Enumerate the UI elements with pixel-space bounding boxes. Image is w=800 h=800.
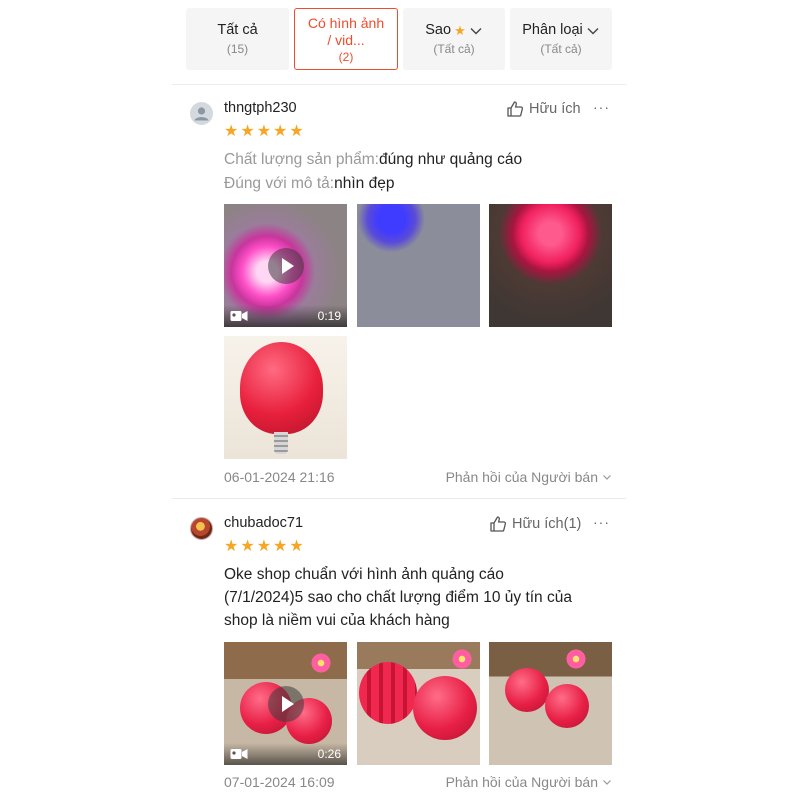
bulb-image xyxy=(413,676,477,740)
seller-reply-label: Phản hồi của Người bán xyxy=(445,469,598,485)
filter-with-media-count: (2) xyxy=(338,49,354,64)
review-text-line: (7/1/2024)5 sao cho chất lượng điểm 10 ủ… xyxy=(224,589,572,606)
helpful-label: Hữu ích(1) xyxy=(512,516,582,532)
seller-reply-toggle[interactable]: Phản hồi của Người bán xyxy=(446,774,612,790)
more-options-icon[interactable]: ··· xyxy=(593,514,610,530)
video-camera-icon xyxy=(230,749,248,759)
review-photo[interactable] xyxy=(489,642,612,765)
chevron-down-icon xyxy=(603,780,611,785)
filter-variant-label: Phân loại xyxy=(522,22,583,38)
play-icon xyxy=(268,686,304,722)
avatar[interactable] xyxy=(190,102,213,125)
review-photo[interactable] xyxy=(224,336,347,459)
flower-image xyxy=(565,648,587,670)
more-options-icon[interactable]: ··· xyxy=(593,99,610,115)
filter-with-media-label: Có hình ảnh / vid... xyxy=(307,14,385,48)
star-icon: ★ xyxy=(273,123,288,140)
thumbs-up-icon xyxy=(507,101,524,117)
play-icon xyxy=(268,248,304,284)
filter-stars-label: Sao xyxy=(425,22,452,38)
star-icon: ★ xyxy=(256,538,272,555)
review-attribute: Đúng với mô tả:nhìn đẹp xyxy=(224,172,394,195)
review-video-thumbnail[interactable]: 0:19 xyxy=(224,204,347,327)
bulb-image xyxy=(505,668,549,712)
filter-variant-dropdown[interactable]: Phân loại (Tất cả) xyxy=(510,8,612,70)
bulb-dome xyxy=(240,342,323,434)
star-icon: ★ xyxy=(289,538,304,555)
filter-all-label: Tất cả xyxy=(217,22,258,38)
filter-variant-count: (Tất cả) xyxy=(540,42,582,56)
helpful-button[interactable]: Hữu ích xyxy=(506,100,581,118)
star-icon: ★ xyxy=(454,23,466,38)
chevron-down-icon xyxy=(603,475,611,480)
thumbs-up-icon xyxy=(490,516,507,532)
filter-all-count: (15) xyxy=(226,42,249,56)
helpful-label: Hữu ích xyxy=(529,101,581,117)
review-text-line: Oke shop chuẩn với hình ảnh quảng cáo xyxy=(224,566,504,583)
flower-image xyxy=(451,648,473,670)
review-attribute: Chất lượng sản phẩm:đúng như quảng cáo xyxy=(224,148,522,171)
reviewer-name[interactable]: thngtph230 xyxy=(224,100,297,116)
review-filter-bar: Tất cả (15) Có hình ảnh / vid... (2) Sao… xyxy=(186,8,612,70)
filter-all-tab[interactable]: Tất cả (15) xyxy=(186,8,289,70)
review-date: 06-01-2024 21:16 xyxy=(224,469,335,485)
flower-image xyxy=(310,652,332,674)
filter-with-media-tab[interactable]: Có hình ảnh / vid... (2) xyxy=(294,8,398,70)
star-rating: ★ ★ ★ ★ ★ xyxy=(224,124,304,140)
filter-variant-label-row: Phân loại xyxy=(522,22,599,39)
avatar[interactable] xyxy=(190,517,213,540)
star-icon: ★ xyxy=(273,538,288,555)
filter-stars-dropdown[interactable]: Sao ★ (Tất cả) xyxy=(403,8,505,70)
chevron-down-icon xyxy=(470,27,482,34)
star-icon: ★ xyxy=(289,123,304,140)
filter-stars-count: (Tất cả) xyxy=(433,42,475,56)
star-icon: ★ xyxy=(224,538,239,555)
star-icon: ★ xyxy=(240,123,255,140)
divider xyxy=(172,84,626,85)
seller-reply-label: Phản hồi của Người bán xyxy=(445,774,598,790)
attribute-key: Chất lượng sản phẩm: xyxy=(224,151,379,168)
video-duration: 0:26 xyxy=(317,747,341,761)
video-duration: 0:19 xyxy=(317,309,341,323)
star-icon: ★ xyxy=(224,123,239,140)
reviewer-name[interactable]: chubadoc71 xyxy=(224,515,303,531)
review-date: 07-01-2024 16:09 xyxy=(224,774,335,790)
star-icon: ★ xyxy=(240,538,255,555)
video-info-bar: 0:26 xyxy=(224,743,347,765)
review-video-thumbnail[interactable]: 0:26 xyxy=(224,642,347,765)
star-icon: ★ xyxy=(256,123,272,140)
helpful-button[interactable]: Hữu ích(1) xyxy=(489,515,581,533)
review-text-line: shop là niềm vui của khách hàng xyxy=(224,612,450,629)
bulb-base xyxy=(274,432,288,454)
star-rating: ★ ★ ★ ★ ★ xyxy=(224,539,304,555)
review-photo[interactable] xyxy=(357,204,480,327)
default-user-icon xyxy=(194,107,209,121)
attribute-value: đúng như quảng cáo xyxy=(378,151,523,168)
chevron-down-icon xyxy=(587,27,599,34)
review-photo[interactable] xyxy=(489,204,612,327)
video-camera-icon xyxy=(230,311,248,321)
bulb-image xyxy=(359,662,417,724)
attribute-key: Đúng với mô tả: xyxy=(224,175,335,192)
attribute-value: nhìn đẹp xyxy=(334,175,395,192)
video-info-bar: 0:19 xyxy=(224,305,347,327)
seller-reply-toggle[interactable]: Phản hồi của Người bán xyxy=(446,469,612,485)
review-photo[interactable] xyxy=(357,642,480,765)
divider xyxy=(172,498,626,499)
bulb-image xyxy=(545,684,589,728)
filter-stars-label-row: Sao ★ xyxy=(425,22,482,39)
